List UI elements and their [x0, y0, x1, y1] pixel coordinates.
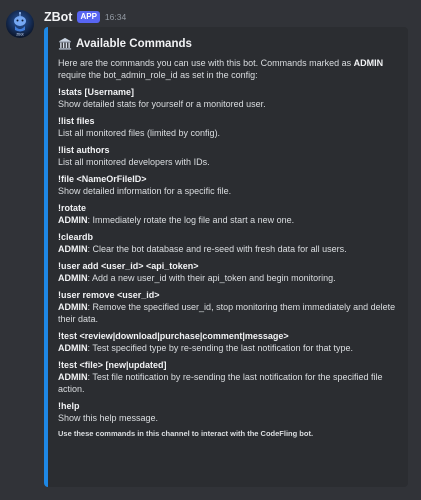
command-name: !stats [Username]: [58, 87, 135, 97]
command-description-text: List all monitored files (limited by con…: [58, 128, 221, 138]
command-name: !test <review|download|purchase|comment|…: [58, 331, 289, 341]
command-description: ADMIN: Add a new user_id with their api_…: [58, 272, 396, 284]
admin-label: ADMIN: [58, 244, 88, 254]
command-field: !cleardb ADMIN: Clear the bot database an…: [58, 231, 396, 255]
command-description-text: : Clear the bot database and re-seed wit…: [87, 244, 347, 254]
command-description-text: : Test file notification by re-sending t…: [58, 372, 383, 394]
command-field: !stats [Username] Show detailed stats for…: [58, 86, 396, 110]
message-timestamp[interactable]: 16:34: [105, 12, 126, 22]
command-description: Show detailed information for a specific…: [58, 185, 396, 197]
command-description-text: : Add a new user_id with their api_token…: [87, 273, 336, 283]
admin-label: ADMIN: [58, 343, 88, 353]
command-field: !user remove <user_id> ADMIN: Remove the …: [58, 289, 396, 325]
bot-avatar[interactable]: ZBot: [6, 10, 34, 38]
command-field: !file <NameOrFileID> Show detailed inform…: [58, 173, 396, 197]
command-description: ADMIN: Clear the bot database and re-see…: [58, 243, 396, 255]
embed-fields: !stats [Username] Show detailed stats for…: [58, 86, 396, 424]
command-description: ADMIN: Immediately rotate the log file a…: [58, 214, 396, 226]
svg-text:ZBot: ZBot: [16, 33, 24, 37]
command-description: List all monitored files (limited by con…: [58, 127, 396, 139]
command-name: !user add <user_id> <api_token>: [58, 261, 199, 271]
command-field: !user add <user_id> <api_token> ADMIN: Ad…: [58, 260, 396, 284]
command-description: Show this help message.: [58, 412, 396, 424]
command-name: !rotate: [58, 203, 87, 213]
embed-description: Here are the commands you can use with t…: [58, 57, 396, 81]
classical-building-icon: [58, 37, 72, 50]
app-badge: APP: [77, 11, 100, 23]
command-description-text: Show detailed information for a specific…: [58, 186, 232, 196]
command-name: !file <NameOrFileID>: [58, 174, 147, 184]
command-description: ADMIN: Remove the specified user_id, sto…: [58, 301, 396, 325]
robot-avatar-icon: ZBot: [14, 12, 26, 37]
command-name: !user remove <user_id>: [58, 290, 160, 300]
command-field: !rotate ADMIN: Immediately rotate the log…: [58, 202, 396, 226]
command-description: Show detailed stats for yourself or a mo…: [58, 98, 396, 110]
admin-label: ADMIN: [58, 273, 88, 283]
command-description-text: List all monitored developers with IDs.: [58, 157, 210, 167]
admin-label: ADMIN: [58, 372, 88, 382]
message-header: ZBot APP 16:34: [44, 10, 126, 24]
description-text: Here are the commands you can use with t…: [58, 58, 354, 68]
command-name: !cleardb: [58, 232, 94, 242]
admin-label: ADMIN: [58, 302, 88, 312]
command-field: !list files List all monitored files (lim…: [58, 115, 396, 139]
command-name: !help: [58, 401, 80, 411]
embed-title: Available Commands: [58, 35, 396, 53]
embed-title-text: Available Commands: [76, 38, 192, 50]
command-field: !list authors List all monitored develope…: [58, 144, 396, 168]
commands-embed: Available Commands Here are the commands…: [44, 27, 408, 487]
bot-username[interactable]: ZBot: [44, 10, 72, 24]
description-text-end: require the bot_admin_role_id as set in …: [58, 70, 258, 80]
command-name: !test <file> [new|updated]: [58, 360, 167, 370]
command-field: !help Show this help message.: [58, 400, 396, 424]
command-description: ADMIN: Test specified type by re-sending…: [58, 342, 396, 354]
admin-label: ADMIN: [58, 215, 88, 225]
command-field: !test <review|download|purchase|comment|…: [58, 330, 396, 354]
command-description-text: : Test specified type by re-sending the …: [87, 343, 353, 353]
command-description-text: Show detailed stats for yourself or a mo…: [58, 99, 266, 109]
command-description-text: Show this help message.: [58, 413, 159, 423]
description-admin-label: ADMIN: [353, 58, 384, 68]
command-description-text: : Immediately rotate the log file and st…: [87, 215, 295, 225]
command-description-text: : Remove the specified user_id, stop mon…: [58, 302, 396, 324]
command-name: !list files: [58, 116, 95, 126]
command-description: ADMIN: Test file notification by re-send…: [58, 371, 396, 395]
command-description: List all monitored developers with IDs.: [58, 156, 396, 168]
bot-message: ZBot ZBot APP 16:34 Available Commands H…: [0, 0, 421, 500]
command-name: !list authors: [58, 145, 110, 155]
command-field: !test <file> [new|updated] ADMIN: Test fi…: [58, 359, 396, 395]
embed-footer: Use these commands in this channel to in…: [58, 429, 314, 438]
